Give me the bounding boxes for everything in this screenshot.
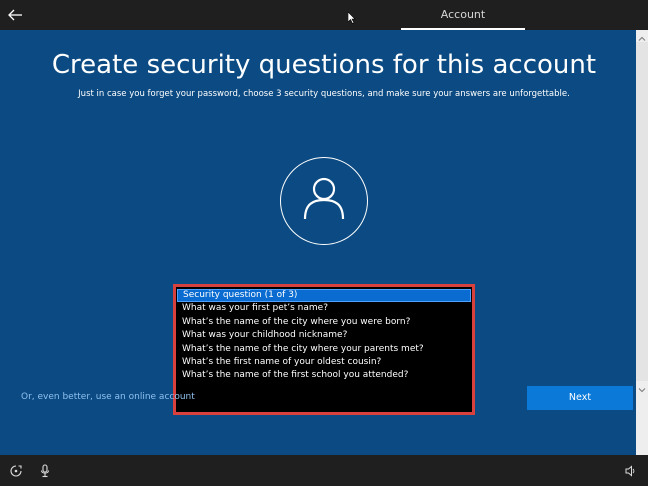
security-question-dropdown[interactable]: Security question (1 of 3) What was your…	[173, 284, 475, 415]
user-icon	[303, 177, 345, 220]
scroll-up-arrow-icon[interactable]	[636, 30, 648, 42]
page-subtitle: Just in case you forget your password, c…	[78, 89, 570, 99]
title-bar: Account	[0, 0, 648, 30]
volume-icon[interactable]	[624, 463, 638, 477]
question-option[interactable]: What was your childhood nickname?	[177, 329, 471, 342]
question-option[interactable]: What’s the name of the city where you we…	[177, 316, 471, 329]
question-option-placeholder[interactable]: Security question (1 of 3)	[177, 289, 471, 303]
scroll-down-arrow-icon[interactable]	[636, 381, 648, 393]
question-option[interactable]: What’s the name of the first school you …	[177, 369, 471, 382]
question-option[interactable]: What was your first pet’s name?	[177, 302, 471, 315]
question-option[interactable]: What’s the name of the city where your p…	[177, 343, 471, 356]
next-button[interactable]: Next	[527, 386, 633, 410]
question-option[interactable]: What’s the first name of your oldest cou…	[177, 356, 471, 369]
avatar	[280, 157, 368, 245]
back-arrow-icon[interactable]	[6, 6, 24, 24]
ease-of-access-icon[interactable]	[9, 463, 23, 477]
tab-account[interactable]: Account	[401, 0, 525, 30]
page-title: Create security questions for this accou…	[51, 50, 597, 80]
bottom-bar	[0, 455, 648, 486]
mouse-pointer-icon	[347, 9, 356, 24]
online-account-link[interactable]: Or, even better, use an online account	[21, 392, 195, 402]
microphone-icon[interactable]	[38, 463, 52, 478]
